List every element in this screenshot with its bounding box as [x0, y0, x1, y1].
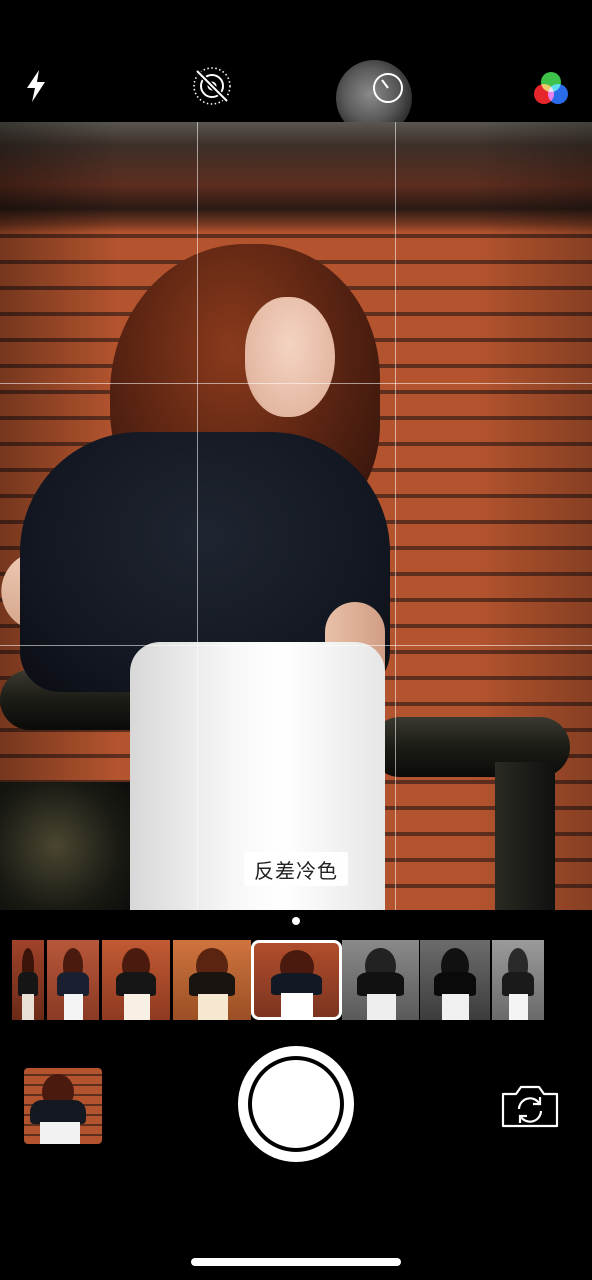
home-indicator[interactable]: [191, 1258, 401, 1266]
live-photo-off-icon[interactable]: [190, 64, 234, 108]
filter-thumbnail[interactable]: [342, 940, 419, 1020]
grid-line: [0, 383, 592, 384]
shutter-inner-ring: [248, 1056, 344, 1152]
filter-thumbnail-selected[interactable]: [251, 940, 342, 1020]
filter-thumbnail[interactable]: [420, 940, 490, 1020]
grid-line: [0, 645, 592, 646]
pipe: [495, 762, 555, 910]
switch-camera-icon[interactable]: [498, 1080, 562, 1132]
filter-thumbnail[interactable]: [47, 940, 99, 1020]
top-bar: [0, 0, 592, 136]
page-indicator-dot: [292, 917, 300, 925]
filter-thumbnail[interactable]: [492, 940, 544, 1020]
flash-icon[interactable]: [18, 66, 54, 106]
filter-thumbnail[interactable]: [102, 940, 170, 1020]
machinery: [0, 782, 140, 910]
color-filters-icon[interactable]: [528, 66, 574, 112]
filter-thumbnail[interactable]: [173, 940, 251, 1020]
shutter-button[interactable]: [238, 1046, 354, 1162]
current-filter-label: 反差冷色: [244, 852, 348, 886]
grid-line: [197, 122, 198, 910]
filter-strip[interactable]: [0, 940, 592, 1022]
filter-thumbnail[interactable]: [12, 940, 44, 1020]
gallery-thumbnail[interactable]: [24, 1068, 102, 1144]
subject-face: [245, 297, 335, 417]
camera-viewfinder[interactable]: [0, 122, 592, 910]
grid-line: [395, 122, 396, 910]
